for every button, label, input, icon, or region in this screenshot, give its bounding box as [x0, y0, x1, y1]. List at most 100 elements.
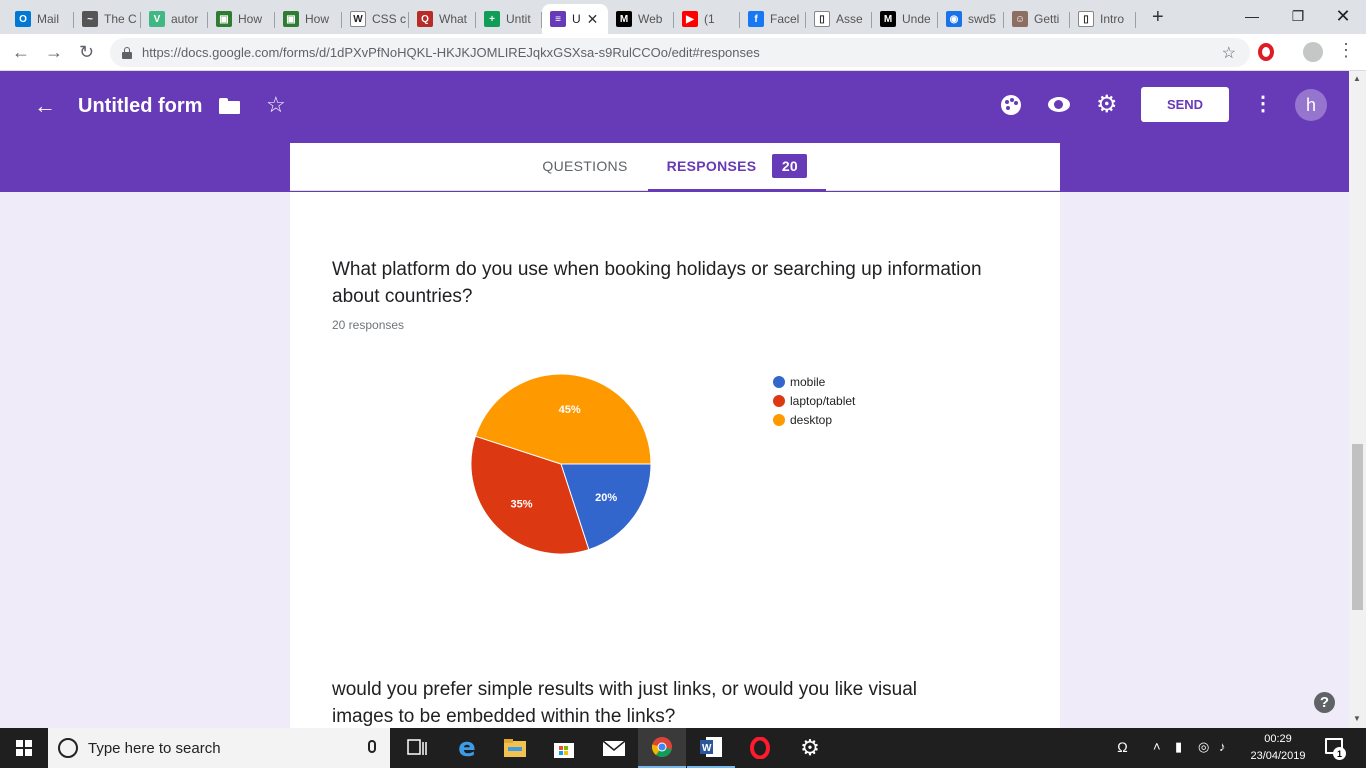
- browser-tab-label: Unde: [902, 12, 931, 26]
- forms-icon: ≡: [550, 11, 566, 27]
- close-tab-icon[interactable]: ✕: [587, 11, 599, 28]
- browser-tab[interactable]: ☺ Getti: [1004, 4, 1070, 34]
- browser-tab[interactable]: ▯ Intro: [1070, 4, 1136, 34]
- new-tab-button[interactable]: +: [1152, 6, 1164, 29]
- browser-tab-label: Untit: [506, 12, 531, 26]
- address-bar[interactable]: https://docs.google.com/forms/d/1dPXvPfN…: [110, 38, 1250, 67]
- browser-tab[interactable]: f Facel: [740, 4, 806, 34]
- microphone-icon[interactable]: [368, 740, 376, 753]
- browser-tab[interactable]: ▶ (1: [674, 4, 740, 34]
- chart-legend: mobile laptop/tablet desktop: [773, 372, 855, 429]
- scroll-up-icon[interactable]: ▲: [1353, 74, 1361, 83]
- minimize-button[interactable]: —: [1229, 0, 1275, 32]
- close-window-button[interactable]: ✕: [1320, 0, 1366, 32]
- browser-tab[interactable]: O Mail: [7, 4, 74, 34]
- legend-swatch: [773, 413, 785, 426]
- notification-count-badge: 1: [1333, 747, 1346, 760]
- show-hidden-icons-icon[interactable]: ˄: [1153, 739, 1161, 754]
- file-explorer-icon[interactable]: [491, 728, 539, 768]
- browser-tab-label: Mail: [37, 12, 60, 26]
- person-icon: ☺: [1012, 11, 1028, 27]
- chat-icon: ~: [82, 11, 98, 27]
- browser-tab-label: CSS c: [372, 12, 407, 26]
- reload-icon[interactable]: ↻: [79, 42, 94, 63]
- legend-swatch: [773, 375, 785, 388]
- task-view-icon[interactable]: [393, 728, 441, 768]
- page-icon: ▯: [1078, 11, 1094, 27]
- browser-tab-label: How: [305, 12, 330, 26]
- quora-icon: Q: [417, 11, 433, 27]
- browser-tab-label: U: [572, 12, 581, 26]
- back-arrow-icon[interactable]: ←: [34, 93, 56, 119]
- taskbar-clock[interactable]: 00:29 23/04/2019: [1242, 731, 1314, 765]
- send-button[interactable]: SEND: [1141, 87, 1229, 122]
- opera-extension-icon[interactable]: [1258, 43, 1274, 61]
- legend-label: mobile: [790, 374, 826, 389]
- browser-tab[interactable]: Vautor: [141, 4, 208, 34]
- browser-tab-label: swd5: [968, 12, 997, 26]
- response-count-text: 20 responses: [332, 318, 405, 332]
- page-scrollbar[interactable]: ▲ ▼: [1349, 71, 1366, 728]
- browser-tab-label: The C: [104, 12, 137, 26]
- folder-icon[interactable]: [219, 98, 240, 114]
- profile-icon[interactable]: [1303, 42, 1323, 62]
- browser-menu-icon[interactable]: ⋮: [1337, 40, 1355, 61]
- back-icon[interactable]: ←: [12, 42, 30, 63]
- help-icon[interactable]: ?: [1314, 692, 1335, 713]
- pie-slice-label: 20%: [595, 492, 617, 504]
- volume-icon[interactable]: ♪: [1219, 739, 1226, 754]
- browser-tab-label: autor: [171, 12, 199, 26]
- battery-icon[interactable]: ▮: [1175, 739, 1182, 755]
- legend-swatch: [773, 394, 785, 407]
- start-button[interactable]: [0, 728, 48, 768]
- palette-icon[interactable]: [1001, 95, 1021, 115]
- tab-questions[interactable]: QUESTIONS: [533, 143, 637, 189]
- scrollbar-thumb[interactable]: [1352, 444, 1363, 610]
- bookmark-star-icon[interactable]: ☆: [1222, 43, 1236, 63]
- forward-icon[interactable]: →: [45, 42, 63, 63]
- mail-icon[interactable]: [590, 728, 638, 768]
- page-icon: ▯: [814, 11, 830, 27]
- store-icon[interactable]: [540, 728, 588, 768]
- word-icon[interactable]: W: [687, 728, 735, 768]
- edge-icon[interactable]: e: [443, 728, 491, 768]
- chrome-icon[interactable]: [638, 728, 686, 768]
- browser-tab[interactable]: ~ The C: [74, 4, 141, 34]
- cortana-icon: [58, 738, 78, 758]
- scroll-down-icon[interactable]: ▼: [1353, 714, 1361, 723]
- codecademy-icon: ▣: [216, 11, 232, 27]
- browser-tab[interactable]: ≡ U ✕: [542, 4, 608, 34]
- opera-icon[interactable]: [736, 728, 784, 768]
- tab-responses[interactable]: RESPONSES 20: [648, 143, 826, 191]
- medium-icon: M: [616, 11, 632, 27]
- legend-item: laptop/tablet: [773, 391, 855, 410]
- svg-text:W: W: [702, 743, 712, 754]
- browser-tab[interactable]: W CSS c: [342, 4, 409, 34]
- browser-tab[interactable]: ▯ Asse: [806, 4, 872, 34]
- settings-gear-icon[interactable]: ⚙: [1096, 90, 1118, 119]
- browser-tab[interactable]: ▣ How: [275, 4, 342, 34]
- pie-chart: 20% 35% 45%: [470, 373, 652, 555]
- medium-icon: M: [880, 11, 896, 27]
- form-title[interactable]: Untitled form: [78, 95, 202, 118]
- more-options-icon[interactable]: ⋮: [1253, 91, 1273, 116]
- clock-date: 23/04/2019: [1250, 750, 1306, 762]
- browser-tab[interactable]: + Untit: [476, 4, 542, 34]
- browser-tab[interactable]: ▣ How: [208, 4, 275, 34]
- browser-tab[interactable]: M Unde: [872, 4, 938, 34]
- star-icon[interactable]: ☆: [266, 92, 286, 118]
- browser-tab-label: (1: [704, 12, 715, 26]
- browser-tab[interactable]: ◉ swd5: [938, 4, 1004, 34]
- legend-item: desktop: [773, 410, 855, 429]
- people-icon[interactable]: Ω: [1117, 739, 1128, 755]
- avatar[interactable]: h: [1295, 89, 1327, 121]
- browser-tab[interactable]: Q What: [409, 4, 476, 34]
- wifi-icon[interactable]: ◎: [1198, 739, 1209, 755]
- settings-icon[interactable]: ⚙: [786, 728, 834, 768]
- preview-eye-icon[interactable]: [1048, 97, 1070, 112]
- browser-tab[interactable]: M Web: [608, 4, 674, 34]
- pie-slice-label: 35%: [510, 499, 532, 511]
- vue-icon: V: [149, 11, 165, 27]
- restore-button[interactable]: ❐: [1275, 0, 1321, 32]
- taskbar-search-box[interactable]: Type here to search: [48, 728, 390, 768]
